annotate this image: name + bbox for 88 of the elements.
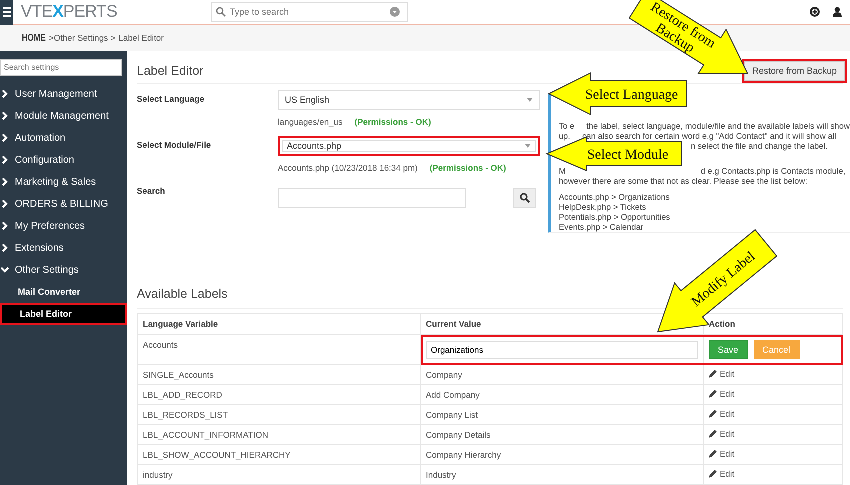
callout-label: Select Language bbox=[585, 88, 678, 103]
sidebar-subitem[interactable]: Mail Converter bbox=[0, 281, 127, 303]
table-cell: Company bbox=[420, 364, 704, 384]
sidebar-item[interactable]: Other Settings bbox=[0, 259, 127, 281]
search-field[interactable] bbox=[278, 188, 466, 208]
breadcrumb-link[interactable]: >Other Settings > bbox=[49, 33, 116, 43]
table-cell: Company Hierarchy bbox=[420, 444, 704, 464]
pencil-icon bbox=[709, 370, 717, 378]
file-path: languages/en_us bbox=[278, 116, 343, 127]
edit-link[interactable]: Edit bbox=[709, 409, 735, 419]
search-field[interactable]: Type to search bbox=[211, 2, 408, 22]
logo-wordmark: VTEXPERTS bbox=[21, 2, 118, 22]
search-field[interactable]: Search settings bbox=[0, 59, 122, 76]
table-cell: Company Details bbox=[420, 424, 704, 444]
info-text: HelpDesk.php > Tickets bbox=[558, 202, 646, 212]
edit-link[interactable]: Edit bbox=[709, 429, 735, 439]
sidebar-item[interactable]: Module Management bbox=[0, 105, 127, 127]
dropdown-icon bbox=[390, 7, 400, 17]
table-cell: SINGLE_Accounts bbox=[138, 364, 420, 384]
chevron-down-icon bbox=[1, 266, 9, 274]
home-link[interactable]: HOME bbox=[22, 32, 46, 44]
table-cell: Add Company bbox=[420, 384, 704, 404]
table-cell: LBL_ADD_RECORD bbox=[138, 384, 420, 404]
page-title: Label Editor bbox=[137, 64, 204, 78]
caret-icon bbox=[527, 98, 533, 102]
search-icon bbox=[216, 7, 226, 17]
sidebar-item[interactable]: Configuration bbox=[0, 149, 127, 171]
column-header: Language Variable bbox=[138, 314, 420, 334]
search-icon bbox=[520, 192, 530, 203]
add-icon bbox=[810, 7, 820, 17]
field-label: Search bbox=[137, 184, 166, 198]
info-text: Events.php > Calendar bbox=[558, 222, 644, 232]
info-text: the label, select language, module/file and the available labels will show bbox=[586, 120, 850, 131]
select-dropdown[interactable]: US English bbox=[278, 90, 540, 110]
pencil-icon bbox=[709, 410, 717, 418]
chevron-right-icon bbox=[1, 222, 9, 230]
info-text: M bbox=[558, 166, 566, 176]
pencil-icon bbox=[709, 430, 717, 438]
chevron-right-icon bbox=[1, 156, 9, 164]
permission-status: (Permissions - OK) bbox=[354, 116, 432, 127]
table-cell: Industry bbox=[420, 464, 704, 484]
info-text: d e.g Contacts.php is Contacts module, bbox=[700, 166, 846, 176]
table-cell: LBL_SHOW_ACCOUNT_HIERARCHY bbox=[138, 444, 420, 464]
menu-icon bbox=[2, 7, 10, 17]
callout-label: Select Module bbox=[587, 148, 669, 163]
chevron-right-icon bbox=[1, 244, 9, 252]
table-cell: LBL_RECORDS_LIST bbox=[138, 404, 420, 424]
chevron-right-icon bbox=[1, 90, 9, 98]
edit-link[interactable]: Edit bbox=[709, 389, 735, 399]
edit-link[interactable]: Edit bbox=[709, 469, 735, 479]
field-label: Select Language bbox=[137, 92, 206, 106]
sidebar-item[interactable]: User Management bbox=[0, 83, 127, 105]
column-header: Action bbox=[704, 314, 842, 334]
table-cell: industry bbox=[138, 464, 420, 484]
caret-icon bbox=[525, 144, 531, 148]
select-dropdown[interactable]: Accounts.php bbox=[278, 136, 540, 156]
sidebar-item[interactable]: Extensions bbox=[0, 237, 127, 259]
table-cell: Company List bbox=[420, 404, 704, 424]
file-path: Accounts.php (10/23/2018 16:34 pm) bbox=[278, 162, 418, 173]
field-label: Select Module/File bbox=[137, 138, 212, 152]
permission-status: (Permissions - OK) bbox=[430, 162, 506, 173]
breadcrumb-current: Label Editor bbox=[118, 33, 164, 43]
chevron-right-icon bbox=[1, 200, 9, 208]
sidebar-item[interactable]: My Preferences bbox=[0, 215, 127, 237]
info-text: however there are some that not as clear. Please see the list below: bbox=[558, 176, 808, 186]
table-cell: LBL_ACCOUNT_INFORMATION bbox=[138, 424, 420, 444]
restore-button[interactable]: Restore from Backup bbox=[744, 60, 845, 81]
info-text: n select the file and change the label. bbox=[690, 140, 828, 151]
info-text: To e bbox=[558, 120, 575, 131]
pencil-icon bbox=[709, 450, 717, 458]
info-text: Accounts.php > Organizations bbox=[558, 192, 670, 202]
sidebar-subitem[interactable]: Label Editor bbox=[0, 303, 127, 325]
chevron-right-icon bbox=[1, 178, 9, 186]
edit-link[interactable]: Edit bbox=[709, 449, 735, 459]
sidebar-item[interactable]: Marketing & Sales bbox=[0, 171, 127, 193]
search-button[interactable] bbox=[513, 188, 536, 208]
info-text: up. bbox=[558, 130, 570, 141]
sidebar-item[interactable]: Automation bbox=[0, 127, 127, 149]
user-icon bbox=[833, 7, 842, 17]
table-cell: Accounts bbox=[138, 334, 420, 364]
pencil-icon bbox=[709, 390, 717, 398]
chevron-right-icon bbox=[1, 112, 9, 120]
pencil-icon bbox=[709, 470, 717, 478]
value-field[interactable]: Organizations bbox=[426, 340, 698, 358]
edit-link[interactable]: Edit bbox=[709, 369, 735, 379]
chevron-right-icon bbox=[1, 134, 9, 142]
sidebar-item[interactable]: ORDERS & BILLING bbox=[0, 193, 127, 215]
info-text: Potentials.php > Opportunities bbox=[558, 212, 670, 222]
